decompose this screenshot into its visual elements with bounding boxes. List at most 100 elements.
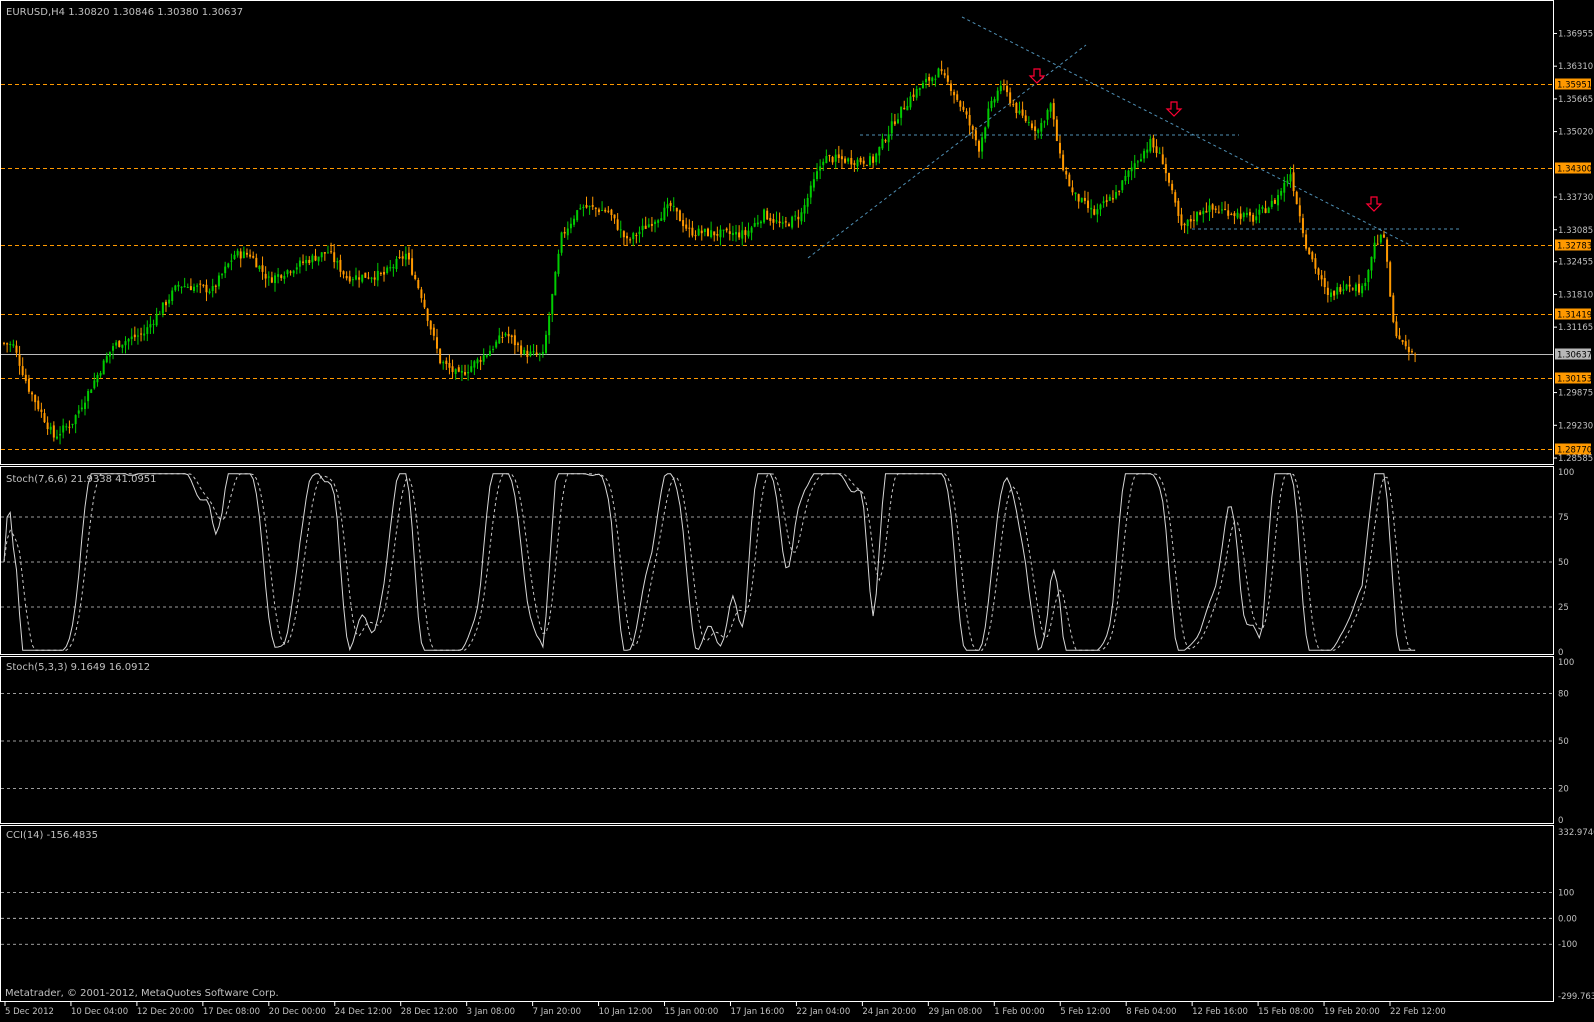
time-tick-label: 10 Dec 04:00: [71, 1007, 128, 1017]
candle-body: [1214, 208, 1217, 210]
candle-body: [283, 275, 286, 279]
candle-body: [1168, 172, 1171, 183]
candle-body: [1252, 214, 1255, 222]
candle-body: [775, 220, 778, 222]
candle-body: [1121, 180, 1124, 191]
cci-scale-label: -100: [1558, 940, 1577, 950]
candle-body: [719, 229, 722, 238]
candle-body: [199, 283, 202, 285]
candle-body: [1305, 234, 1308, 249]
candle-body: [407, 252, 410, 260]
trendline-resistance-falling[interactable]: [961, 16, 1413, 247]
candle-body: [1037, 129, 1040, 133]
candle-body: [442, 362, 445, 364]
candle-body: [1258, 209, 1261, 215]
candle-body: [887, 134, 890, 143]
candle-body: [1099, 204, 1102, 210]
metatrader-chart-window[interactable]: 1.36955 1.36310 1.35665 1.35020 1.33730 1.330…: [0, 0, 1594, 1018]
candle-body: [37, 400, 40, 410]
candle-body: [1345, 284, 1348, 290]
candle-body: [174, 285, 177, 291]
candle-body: [1336, 287, 1339, 295]
candle-body: [295, 267, 298, 270]
candle-body: [579, 208, 582, 210]
candle-body: [1283, 182, 1286, 193]
candle-body: [274, 275, 277, 284]
time-tick-label: 24 Dec 12:00: [335, 1007, 392, 1017]
candle-body: [411, 258, 414, 275]
candle-body: [825, 156, 828, 164]
candle-body: [242, 251, 245, 258]
candle-body: [1068, 174, 1071, 187]
candle-body: [1062, 154, 1065, 171]
candle-body: [55, 436, 58, 439]
candle-body: [585, 205, 588, 208]
candle-body: [731, 232, 734, 236]
candle-body: [168, 299, 171, 304]
candle-body: [1065, 171, 1068, 175]
candle-body: [644, 225, 647, 229]
trend-lines[interactable]: [807, 16, 1459, 259]
candle-body: [77, 410, 80, 414]
candle-body: [635, 235, 638, 237]
price-tick-label: 1.32455: [1558, 258, 1593, 268]
candle-body: [616, 219, 619, 230]
candle-body: [968, 115, 971, 126]
candle-body: [460, 370, 463, 373]
candle-body: [535, 352, 538, 355]
cci-scale-label: 332.9746: [1558, 828, 1594, 838]
cci-scale-label: 100: [1558, 888, 1574, 898]
price-tick-label: 1.36955: [1558, 29, 1593, 39]
candle-body: [1267, 207, 1270, 214]
price-tick-label: 1.33085: [1558, 226, 1593, 236]
candle-body: [1342, 289, 1345, 291]
candle-body: [1264, 208, 1267, 213]
candle-body: [264, 273, 267, 279]
candle-body: [495, 341, 498, 348]
candle-body: [62, 425, 65, 433]
candle-body: [554, 272, 557, 296]
candle-body: [940, 69, 943, 72]
candle-body: [1217, 211, 1220, 213]
stoch1-levels: 100 75 50 25 0: [1, 468, 1574, 658]
candle-body: [43, 413, 46, 423]
time-tick-label: 7 Jan 20:00: [533, 1007, 581, 1017]
candle-body: [1295, 191, 1298, 205]
candle-body: [900, 106, 903, 118]
candle-body: [108, 351, 111, 357]
candle-body: [946, 75, 949, 82]
candle-body: [918, 88, 921, 90]
down-arrow-icon: [1365, 196, 1383, 212]
candle-body: [1401, 340, 1404, 343]
candle-body: [591, 205, 594, 207]
candle-body: [1392, 295, 1395, 322]
candle-body: [797, 216, 800, 220]
candle-body: [778, 221, 781, 223]
candle-body: [361, 274, 364, 282]
candle-body: [666, 204, 669, 209]
candle-body: [1255, 216, 1258, 221]
candle-body: [1174, 192, 1177, 203]
candle-body: [1376, 243, 1379, 245]
candle-body: [800, 212, 803, 222]
candle-body: [1196, 211, 1199, 222]
stoch1-scale-label: 75: [1558, 513, 1569, 523]
candle-body: [1364, 282, 1367, 287]
candle-body: [1180, 214, 1183, 226]
candle-body: [1136, 161, 1139, 163]
stoch1-panel-frame: [0, 466, 1554, 655]
candle-body: [741, 230, 744, 239]
candle-body: [1158, 152, 1161, 154]
candle-body: [523, 349, 526, 354]
candle-body: [429, 320, 432, 330]
candle-body: [626, 235, 628, 239]
time-tick-label: 5 Feb 12:00: [1060, 1007, 1110, 1017]
candle-body: [236, 250, 239, 256]
candle-body: [601, 209, 604, 211]
horizontal-levels: 1.35951 1.34300 1.32783 1.31419 1.30153 1.287…: [1, 78, 1592, 456]
candle-body: [993, 99, 996, 103]
candle-body: [305, 259, 308, 264]
candle-body: [1326, 287, 1329, 296]
candle-body: [881, 138, 884, 149]
candle-body: [678, 210, 681, 222]
